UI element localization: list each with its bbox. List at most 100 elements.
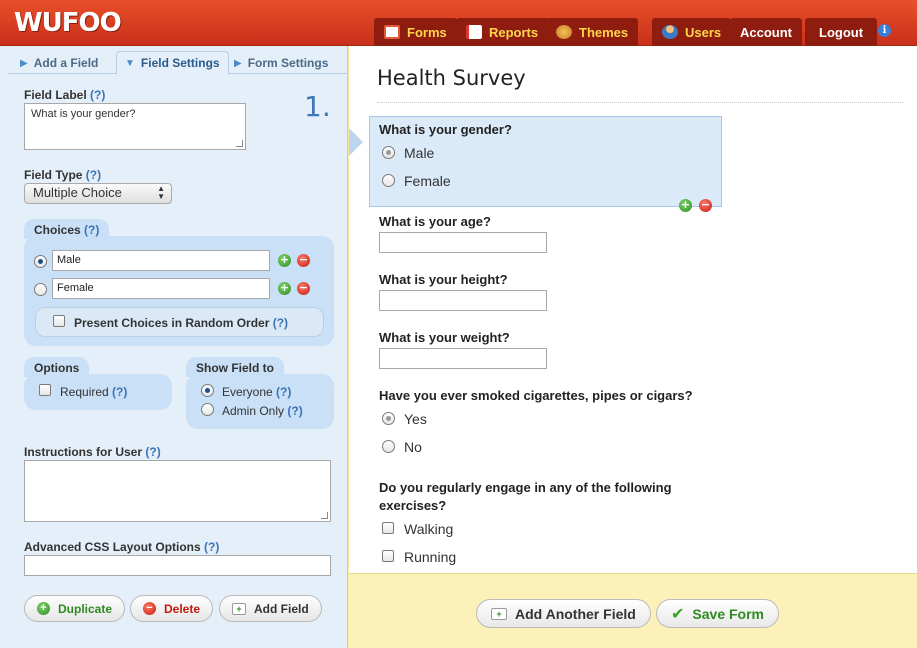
option-checkbox[interactable] (382, 522, 394, 534)
question-label: Have you ever smoked cigarettes, pipes o… (379, 388, 693, 403)
instructions-textarea[interactable] (24, 460, 331, 522)
remove-field-icon[interactable]: − (699, 199, 712, 212)
help-link[interactable]: (?) (273, 316, 288, 330)
help-link[interactable]: (?) (145, 445, 160, 459)
css-layout-input[interactable] (24, 555, 331, 576)
help-link[interactable]: (?) (112, 385, 127, 399)
random-order-label: Present Choices in Random Order (?) (74, 316, 289, 330)
form-footer: + Add Another Field ✔ Save Form (349, 573, 917, 648)
choices-heading: Choices (?) (24, 219, 110, 239)
required-label: Required (?) (60, 385, 128, 399)
options-heading: Options (24, 357, 90, 377)
option-label: Running (404, 549, 457, 565)
choice-input[interactable]: Female (52, 278, 270, 299)
help-link[interactable]: (?) (287, 404, 302, 418)
option-label: Male (404, 145, 435, 161)
nav-themes[interactable]: Themes (546, 18, 639, 46)
info-icon[interactable]: i (878, 24, 891, 37)
option-label: No (404, 439, 422, 455)
question-label-continued: exercises? (379, 498, 447, 513)
choice-input[interactable]: Male (52, 250, 270, 271)
delete-button[interactable]: − Delete (130, 595, 214, 622)
remove-choice-icon[interactable]: − (297, 282, 310, 295)
show-field-group (186, 374, 334, 429)
add-field-below-icon[interactable]: + (679, 199, 692, 212)
nav-users[interactable]: Users (652, 18, 732, 46)
divider (377, 102, 903, 103)
tab-field-settings[interactable]: ▼ Field Settings (116, 51, 229, 75)
everyone-label: Everyone (?) (222, 385, 292, 399)
option-checkbox[interactable] (382, 550, 394, 562)
random-order-checkbox[interactable] (53, 315, 65, 327)
add-field-button[interactable]: + Add Field (219, 595, 322, 622)
nav-account[interactable]: Account (730, 18, 802, 46)
save-form-button[interactable]: ✔ Save Form (656, 599, 779, 628)
add-field-icon: + (491, 607, 507, 620)
question-label: What is your weight? (379, 330, 510, 345)
question-label: What is your height? (379, 272, 508, 287)
help-link[interactable]: (?) (276, 385, 291, 399)
triangle-right-icon: ▶ (234, 57, 242, 69)
plus-icon: + (37, 602, 50, 615)
option-label: Female (404, 173, 451, 189)
css-layout-heading: Advanced CSS Layout Options (?) (24, 540, 220, 554)
add-another-field-button[interactable]: + Add Another Field (476, 599, 651, 628)
help-link[interactable]: (?) (90, 88, 105, 102)
duplicate-button[interactable]: + Duplicate (24, 595, 126, 622)
reports-icon (466, 25, 482, 39)
field-type-select[interactable]: Multiple Choice ▲ ▼ (24, 183, 172, 204)
option-radio[interactable] (382, 440, 395, 453)
checkmark-icon: ✔ (671, 605, 685, 623)
add-choice-icon[interactable]: + (278, 254, 291, 267)
selection-pointer (349, 128, 363, 156)
option-radio[interactable] (382, 412, 395, 425)
admin-only-radio[interactable] (201, 403, 214, 416)
nav-logout[interactable]: Logout (805, 18, 878, 46)
triangle-right-icon: ▶ (20, 57, 28, 69)
sidebar-tabs: ▶ Add a Field ▼ Field Settings ▶ Form Se… (8, 49, 348, 75)
question-label: Do you regularly engage in any of the fo… (379, 480, 672, 495)
weight-input[interactable] (379, 348, 547, 369)
question-label: What is your gender? (379, 122, 512, 137)
required-checkbox[interactable] (39, 384, 51, 396)
everyone-radio[interactable] (201, 384, 214, 397)
option-label: Yes (404, 411, 427, 427)
age-input[interactable] (379, 232, 547, 253)
choice-default-radio[interactable] (34, 283, 47, 296)
help-link[interactable]: (?) (84, 223, 99, 237)
admin-only-label: Admin Only (?) (222, 404, 303, 418)
height-input[interactable] (379, 290, 547, 311)
question-label: What is your age? (379, 214, 491, 229)
minus-icon: − (143, 602, 156, 615)
tab-add-field[interactable]: ▶ Add a Field (20, 52, 98, 74)
choice-default-radio[interactable] (34, 255, 47, 268)
top-header: WUFOO Forms Reports Themes Users Account… (0, 0, 917, 46)
show-field-heading: Show Field to (186, 357, 284, 377)
help-link[interactable]: (?) (86, 168, 101, 182)
form-title[interactable]: Health Survey (377, 66, 526, 90)
users-icon (662, 25, 678, 39)
wufoo-logo[interactable]: WUFOO (14, 8, 122, 38)
triangle-down-icon: ▼ (125, 57, 135, 69)
resize-handle[interactable] (321, 512, 328, 519)
field-number: 1. (304, 90, 331, 123)
nav-reports[interactable]: Reports (456, 18, 549, 46)
add-choice-icon[interactable]: + (278, 282, 291, 295)
nav-forms[interactable]: Forms (374, 18, 457, 46)
field-label-heading: Field Label (?) (24, 88, 106, 102)
tab-form-settings[interactable]: ▶ Form Settings (234, 52, 328, 74)
forms-icon (384, 25, 400, 39)
palette-icon (556, 25, 572, 39)
field-label-input[interactable]: What is your gender? (24, 103, 246, 150)
option-radio[interactable] (382, 174, 395, 187)
form-preview: Health Survey What is your gender? Male … (349, 46, 917, 573)
option-radio[interactable] (382, 146, 395, 159)
instructions-heading: Instructions for User (?) (24, 445, 161, 459)
help-link[interactable]: (?) (204, 540, 219, 554)
select-arrows-icon: ▲ ▼ (157, 184, 165, 201)
resize-handle[interactable] (236, 140, 243, 147)
field-type-heading: Field Type (?) (24, 168, 102, 182)
option-label: Walking (404, 521, 454, 537)
add-field-icon: + (232, 602, 246, 615)
remove-choice-icon[interactable]: − (297, 254, 310, 267)
